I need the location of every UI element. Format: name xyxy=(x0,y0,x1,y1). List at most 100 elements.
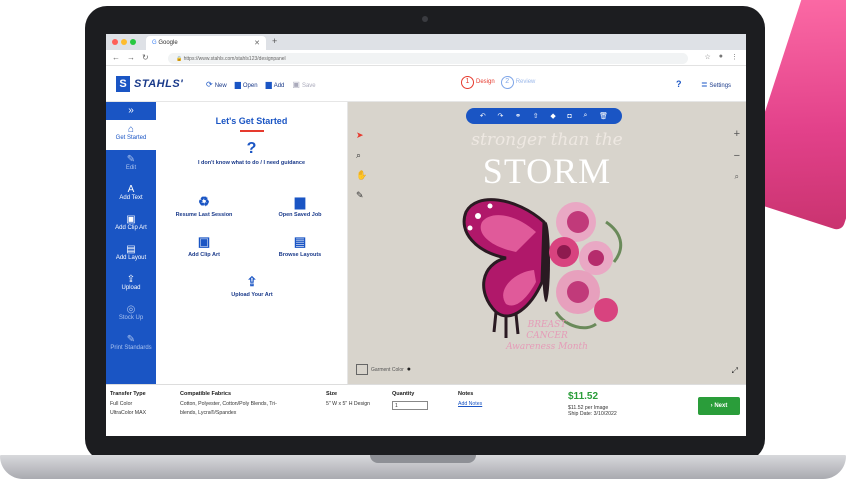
step-label: Design xyxy=(476,79,495,85)
star-icon[interactable]: ☆ xyxy=(704,53,710,61)
add-button[interactable]: ▆ Add xyxy=(266,80,285,89)
order-summary-bar: Transfer Type Full Color UltraColor MAX … xyxy=(106,384,746,444)
browser-tab-bar: G Google ✕ + xyxy=(106,34,746,50)
redo-icon[interactable]: ↷ xyxy=(498,112,504,120)
undo-icon[interactable]: ↶ xyxy=(480,112,486,120)
title-underline xyxy=(239,130,264,132)
guidance-link[interactable]: I don't know what to do / I need guidanc… xyxy=(156,160,347,166)
sidebar-item-upload[interactable]: ⇪ Upload xyxy=(106,270,156,300)
browser-tab[interactable]: G Google ✕ xyxy=(146,36,266,50)
quantity-column: Quantity 1 xyxy=(392,391,428,413)
fabrics-value: blends, Lycra®/Spandex xyxy=(180,410,237,416)
art-subtext: BREAST CANCER Awareness Month xyxy=(348,320,746,353)
url-field[interactable]: 🔒 https://www.stahls.com/stahls123/desig… xyxy=(168,53,688,64)
size-header: Size xyxy=(326,391,338,397)
add-notes-link[interactable]: Add Notes xyxy=(458,401,482,407)
browser-menu-icon[interactable]: ⋮ xyxy=(731,53,738,61)
upload-your-art-button[interactable]: ⇪ Upload Your Art xyxy=(156,274,348,298)
help-icon[interactable]: ? xyxy=(676,79,682,89)
start-options: ♻ Resume Last Session ▆ Open Saved Job ▣ Ad… xyxy=(156,194,348,298)
open-button[interactable]: ▆ Open xyxy=(235,80,258,89)
step-label: Review xyxy=(515,79,536,85)
camera-icon xyxy=(422,16,428,22)
design-canvas[interactable]: ↶ ↷ ⚭ ⇧ ◆ ◘ ⌕ 🗑 ➤ ⌕ ✋ ✎ + − ⌕ stronger t… xyxy=(348,102,746,384)
transfer-type-value: UltraColor MAX xyxy=(110,410,147,416)
ship-date: Ship Date: 3/10/2022 xyxy=(568,411,617,417)
progress-steps: 1 Design 2 Review xyxy=(461,76,535,89)
quantity-header: Quantity xyxy=(392,391,415,397)
sidebar-item-print-standards[interactable]: ✎ Print Standards xyxy=(106,330,156,360)
step-design[interactable]: 1 Design xyxy=(461,76,495,89)
google-icon: G xyxy=(152,40,157,46)
minimize-window-icon[interactable] xyxy=(121,39,127,45)
step-review[interactable]: 2 Review xyxy=(500,76,536,89)
close-window-icon[interactable] xyxy=(112,39,118,45)
total-price: $11.52 xyxy=(568,391,599,402)
forward-icon[interactable]: → xyxy=(127,53,135,62)
crop-icon[interactable]: ◘ xyxy=(568,113,572,120)
window-controls xyxy=(112,39,136,45)
close-tab-icon[interactable]: ✕ xyxy=(254,39,260,47)
new-label: New xyxy=(214,83,227,89)
home-icon: ⌂ xyxy=(127,124,135,135)
get-started-panel: Let's Get Started ? I don't know what to… xyxy=(156,102,348,384)
folder-add-icon: ▆ xyxy=(265,80,272,89)
fullscreen-icon[interactable]: ⤢ xyxy=(732,366,738,376)
layouts-icon: ▤ xyxy=(293,234,307,249)
folder-icon: ▆ xyxy=(234,80,241,89)
open-label: Open xyxy=(242,83,258,89)
profile-icon[interactable]: ● xyxy=(719,53,723,61)
sidebar-item-label: Add Clip Art xyxy=(115,225,147,231)
sidebar-item-label: Upload xyxy=(121,285,141,291)
garment-color-control[interactable]: Garment Color ● xyxy=(356,364,411,375)
resume-last-session-button[interactable]: ♻ Resume Last Session xyxy=(156,194,252,218)
add-label: Add xyxy=(273,83,285,89)
option-label: Add Clip Art xyxy=(188,252,220,258)
add-clip-art-button[interactable]: ▣ Add Clip Art xyxy=(156,234,252,258)
sidebar-item-stock-up[interactable]: ◎ Stock Up xyxy=(106,300,156,330)
collapse-sidebar-icon[interactable]: » xyxy=(106,102,156,120)
browser-extras: ☆ ● ⋮ xyxy=(704,53,738,61)
option-label: Upload Your Art xyxy=(231,292,273,298)
settings-button[interactable]: ≣ Settings xyxy=(701,80,731,89)
canvas-toolbar: ↶ ↷ ⚭ ⇧ ◆ ◘ ⌕ 🗑 xyxy=(466,108,622,124)
trash-icon[interactable]: 🗑 xyxy=(599,112,608,120)
art-subtext-line: CANCER xyxy=(526,331,568,341)
info-icon[interactable]: ● xyxy=(407,366,411,373)
stock-icon: ◎ xyxy=(126,304,136,315)
next-button[interactable]: › Next xyxy=(698,397,740,415)
group-icon[interactable]: ⚭ xyxy=(515,112,521,120)
sidebar-item-edit[interactable]: ✎ Edit xyxy=(106,150,156,180)
sidebar-item-add-clip-art[interactable]: ▣ Add Clip Art xyxy=(106,210,156,240)
upload-icon: ⇪ xyxy=(246,274,258,289)
sidebar-item-label: Add Text xyxy=(119,195,143,201)
text-icon: A xyxy=(127,184,135,195)
align-icon[interactable]: ⇧ xyxy=(533,112,539,120)
sidebar-item-add-layout[interactable]: ▤ Add Layout xyxy=(106,240,156,270)
zoom-icon[interactable]: ⌕ xyxy=(584,112,588,120)
layer-icon[interactable]: ◆ xyxy=(550,112,555,120)
back-icon[interactable]: ← xyxy=(112,53,120,62)
sidebar-item-add-text[interactable]: A Add Text xyxy=(106,180,156,210)
recycle-icon: ♻ xyxy=(198,194,210,209)
new-button[interactable]: ⟳ New xyxy=(206,80,227,89)
maximize-window-icon[interactable] xyxy=(130,39,136,45)
question-icon[interactable]: ? xyxy=(156,140,347,158)
new-tab-icon[interactable]: + xyxy=(272,36,277,46)
laptop-notch xyxy=(370,455,476,463)
step-number: 1 xyxy=(461,76,474,89)
sidebar-item-get-started[interactable]: ⌂ Get Started xyxy=(106,120,156,150)
transfer-type-value: Full Color xyxy=(110,401,133,407)
transfer-type-column: Transfer Type Full Color UltraColor MAX xyxy=(110,391,146,419)
quantity-input[interactable]: 1 xyxy=(392,401,428,410)
open-saved-job-button[interactable]: ▆ Open Saved Job xyxy=(252,194,348,218)
reload-icon[interactable]: ↻ xyxy=(142,53,149,62)
panel-title: Let's Get Started xyxy=(215,116,288,126)
next-label: Next xyxy=(714,403,728,409)
browse-layouts-button[interactable]: ▤ Browse Layouts xyxy=(252,234,348,258)
save-button[interactable]: ▣ Save xyxy=(292,80,315,89)
image-icon: ▣ xyxy=(197,234,211,249)
stahls-logo[interactable]: S STAHLS' xyxy=(116,76,183,92)
transfer-type-header: Transfer Type xyxy=(110,391,146,397)
lock-icon: 🔒 xyxy=(176,56,183,62)
